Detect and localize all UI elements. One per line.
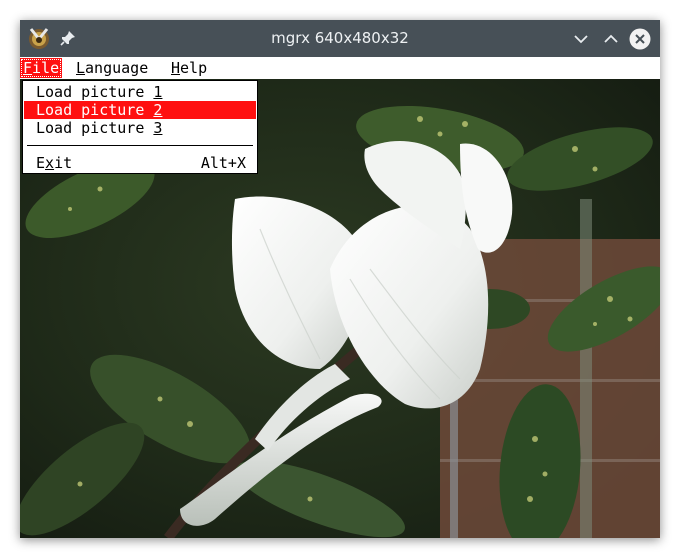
menu-help[interactable]: Help	[168, 58, 210, 78]
menu-language-accel: L	[76, 59, 86, 77]
menu-bar: File Language Help	[20, 57, 660, 79]
menu-item-load-picture-3[interactable]: Load picture 3	[24, 119, 256, 137]
load-picture-1-accel: 1	[153, 83, 163, 101]
menu-file-accel: F	[23, 59, 33, 77]
close-icon[interactable]	[629, 28, 651, 50]
menu-help-accel: H	[171, 59, 181, 77]
menu-item-exit[interactable]: Exit Alt+X	[24, 154, 256, 172]
window-title: mgrx 640x480x32	[271, 29, 409, 47]
load-picture-2-text: Load picture	[36, 101, 154, 119]
menu-file-post: ile	[32, 59, 60, 77]
exit-accel: x	[45, 154, 55, 172]
app-window: mgrx 640x480x32 File Language Help Load …	[20, 20, 660, 538]
minimize-icon[interactable]	[570, 28, 592, 50]
menu-item-load-picture-1[interactable]: Load picture 1	[24, 83, 256, 101]
load-picture-2-accel: 2	[153, 101, 163, 119]
menu-language-post: anguage	[85, 59, 149, 77]
menu-file[interactable]: File	[20, 58, 63, 78]
menu-separator	[27, 145, 253, 146]
menu-language[interactable]: Language	[73, 58, 151, 78]
exit-text-pre: E	[36, 154, 46, 172]
menu-item-load-picture-2[interactable]: Load picture 2	[24, 101, 256, 119]
title-bar[interactable]: mgrx 640x480x32	[20, 20, 660, 57]
maximize-icon[interactable]	[600, 28, 622, 50]
file-menu-dropdown: Load picture 1 Load picture 2 Load pictu…	[22, 80, 258, 174]
load-picture-1-text: Load picture	[36, 83, 154, 101]
exit-shortcut: Alt+X	[200, 154, 246, 172]
exit-text-post: it	[54, 154, 73, 172]
load-picture-3-text: Load picture	[36, 119, 154, 137]
menu-help-post: elp	[180, 59, 208, 77]
load-picture-3-accel: 3	[153, 119, 163, 137]
